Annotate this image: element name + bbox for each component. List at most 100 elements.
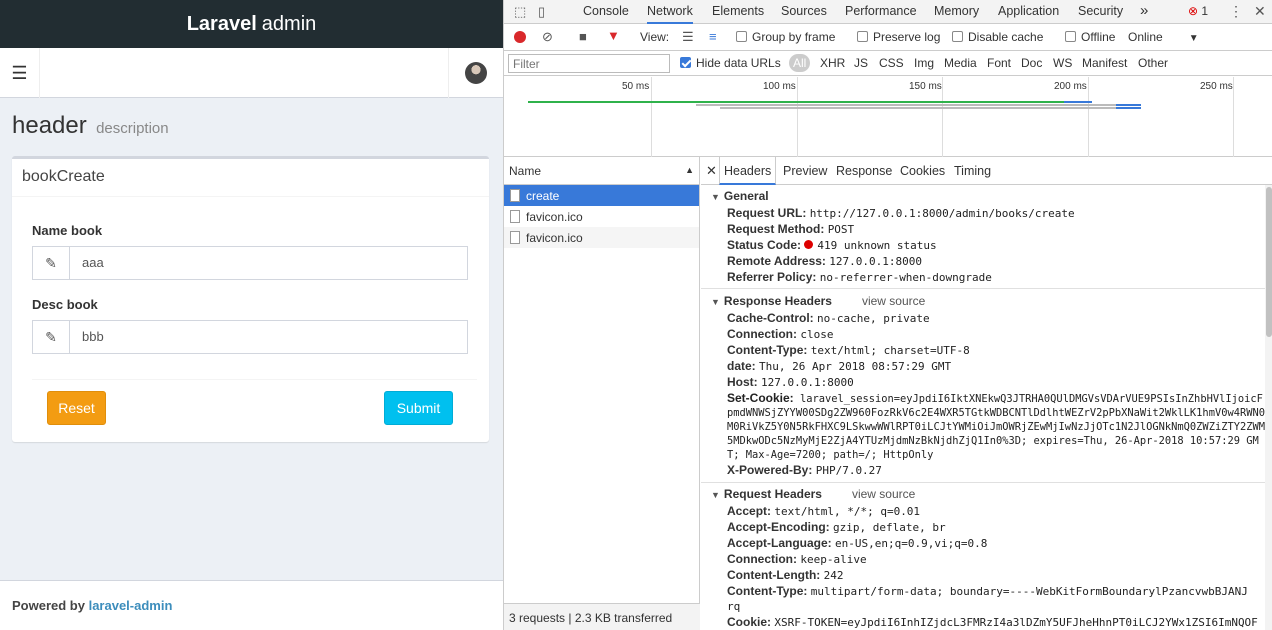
tab-response[interactable]: Response [836, 157, 892, 185]
header-value: no-referrer-when-downgrade [819, 271, 992, 284]
brand-light: admin [261, 12, 317, 35]
error-count: 1 [1201, 4, 1209, 18]
user-menu[interactable] [448, 48, 503, 98]
tab-security[interactable]: Security [1078, 0, 1123, 24]
tab-elements[interactable]: Elements [712, 0, 764, 24]
disable-cache-checkbox[interactable]: Disable cache [952, 30, 1043, 44]
name-column-header[interactable]: Name ▲ [504, 157, 699, 185]
tab-cookies[interactable]: Cookies [900, 157, 945, 185]
filter-type-other[interactable]: Other [1138, 56, 1168, 70]
close-icon[interactable]: ✕ [1254, 3, 1266, 20]
error-counter[interactable]: ⊗ 1 [1188, 4, 1208, 18]
close-details-icon[interactable]: ✕ [706, 157, 717, 185]
submit-button[interactable]: Submit [384, 391, 453, 425]
header-row: Request Method: POST [727, 222, 854, 236]
timeline-overview[interactable]: 50 ms 100 ms 150 ms 200 ms 250 ms [504, 77, 1272, 157]
clear-icon[interactable]: ⊘ [542, 29, 553, 45]
filter-type-all[interactable]: All [789, 54, 811, 72]
pencil-icon: ✎ [33, 247, 70, 279]
details-scrollbar[interactable] [1265, 185, 1272, 630]
screenshot-camera-icon[interactable]: ■ [579, 29, 587, 44]
large-rows-icon[interactable]: ☰ [682, 29, 694, 45]
sidebar-toggle-icon[interactable]: ☰ [0, 48, 40, 98]
tab-application[interactable]: Application [998, 0, 1059, 24]
scrollbar-thumb[interactable] [1266, 187, 1272, 337]
filter-type-css[interactable]: CSS [879, 56, 904, 70]
content-header: header description [0, 98, 503, 156]
header-row: Host: 127.0.0.1:8000 [727, 375, 854, 389]
name-book-field[interactable]: ✎ aaa [32, 246, 468, 280]
header-key: Remote Address: [727, 254, 826, 268]
timeline-bar [720, 107, 1140, 109]
network-toolbar: ⊘ ■ ▼ View: ☰ ≡ Group by frame Preserve … [504, 24, 1272, 51]
filter-type-font[interactable]: Font [987, 56, 1011, 70]
header-key: Referrer Policy: [727, 270, 817, 284]
header-value: rq [727, 600, 741, 613]
view-source-link[interactable]: view source [862, 294, 925, 308]
filter-type-media[interactable]: Media [944, 56, 977, 70]
tab-memory[interactable]: Memory [934, 0, 979, 24]
document-icon [510, 189, 520, 202]
header-value: 242 [823, 569, 844, 582]
brand-bold: Laravel [186, 12, 257, 35]
record-icon[interactable] [514, 31, 526, 43]
header-row: Cache-Control: no-cache, private [727, 311, 930, 325]
throttle-select[interactable]: Online ▼ [1128, 30, 1199, 44]
filter-icon[interactable]: ▼ [607, 28, 620, 43]
request-name: create [526, 188, 560, 203]
general-section-header[interactable]: ▼ General [711, 189, 769, 203]
timeline-bar [1116, 104, 1141, 106]
filter-type-ws[interactable]: WS [1053, 56, 1072, 70]
section-divider [701, 482, 1272, 483]
header-key: Content-Length: [727, 568, 821, 582]
desc-book-input[interactable]: bbb [70, 321, 467, 353]
filter-type-js[interactable]: JS [854, 56, 868, 70]
filter-type-doc[interactable]: Doc [1021, 56, 1042, 70]
brand-logo[interactable]: Laravel admin [0, 0, 503, 48]
request-headers-section-header[interactable]: ▼ Request Headers view source [711, 487, 915, 501]
tab-console[interactable]: Console [583, 0, 629, 24]
request-row-create[interactable]: create [504, 185, 699, 206]
tab-headers[interactable]: Headers [719, 157, 777, 185]
kebab-menu-icon[interactable]: ⋮ [1229, 3, 1243, 20]
offline-checkbox[interactable]: Offline [1065, 30, 1115, 44]
triangle-down-icon: ▼ [711, 192, 720, 202]
form-box: bookCreate Name book ✎ aaa Desc book ✎ b… [12, 156, 489, 442]
waterfall-icon[interactable]: ≡ [709, 29, 717, 44]
tab-timing[interactable]: Timing [954, 157, 991, 185]
header-key: Content-Type: [727, 343, 808, 357]
header-key: Cookie: [727, 615, 772, 629]
response-headers-section-header[interactable]: ▼ Response Headers view source [711, 294, 925, 308]
hide-data-urls-checkbox[interactable]: Hide data URLs [680, 56, 781, 70]
devtools-tabbar: ⬚ ▯ Console Network Elements Sources Per… [504, 0, 1272, 24]
top-navbar: ☰ [0, 48, 503, 98]
tab-preview[interactable]: Preview [783, 157, 827, 185]
filter-input[interactable] [508, 54, 670, 73]
tab-performance[interactable]: Performance [845, 0, 917, 24]
tab-sources[interactable]: Sources [781, 0, 827, 24]
filter-type-img[interactable]: Img [914, 56, 934, 70]
gridline [942, 77, 943, 157]
reset-button[interactable]: Reset [47, 391, 106, 425]
document-icon [510, 210, 520, 223]
name-book-input[interactable]: aaa [70, 247, 467, 279]
filter-type-manifest[interactable]: Manifest [1082, 56, 1127, 70]
header-value: 419 unknown status [817, 239, 937, 252]
request-row-favicon[interactable]: favicon.ico [504, 206, 699, 227]
timeline-tick: 50 ms [622, 81, 650, 92]
group-by-frame-label: Group by frame [752, 30, 836, 44]
header-key: Cache-Control: [727, 311, 814, 325]
more-tabs-icon[interactable]: » [1140, 0, 1148, 24]
inspect-element-icon[interactable]: ⬚ [514, 4, 526, 20]
footer-link[interactable]: laravel-admin [89, 598, 173, 613]
view-source-link[interactable]: view source [852, 487, 915, 501]
tab-network[interactable]: Network [647, 0, 693, 24]
group-by-frame-checkbox[interactable]: Group by frame [736, 30, 835, 44]
header-value: PHP/7.0.27 [815, 464, 882, 477]
preserve-log-checkbox[interactable]: Preserve log [857, 30, 940, 44]
filter-type-xhr[interactable]: XHR [820, 56, 845, 70]
desc-book-field[interactable]: ✎ bbb [32, 320, 468, 354]
header-row: Request URL: http://127.0.0.1:8000/admin… [727, 206, 1075, 220]
device-toolbar-icon[interactable]: ▯ [538, 4, 545, 20]
request-row-favicon[interactable]: favicon.ico [504, 227, 699, 248]
